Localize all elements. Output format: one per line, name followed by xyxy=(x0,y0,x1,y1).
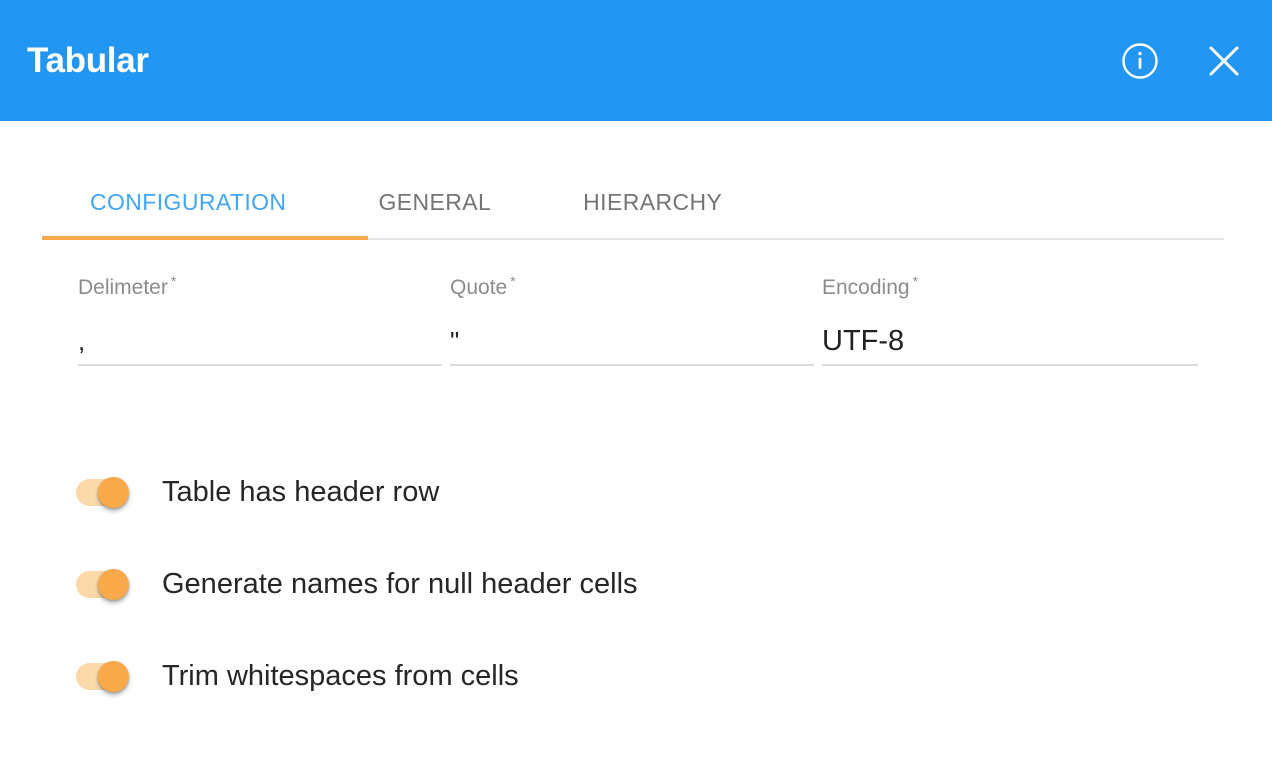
toggle-thumb xyxy=(98,568,129,600)
toggle-switch-trim-whitespaces-from-cells[interactable] xyxy=(76,660,129,692)
tab-hierarchy[interactable]: HIERARCHY xyxy=(537,191,768,240)
toggle-row-generate-names-for-null-header-cells[interactable]: Generate names for null header cells xyxy=(76,559,1272,609)
required-asterisk: * xyxy=(510,273,516,289)
quote-field-group: Quote * xyxy=(450,274,822,366)
active-tab-indicator xyxy=(42,236,368,240)
info-button[interactable] xyxy=(1118,39,1162,83)
page-title: Tabular xyxy=(27,41,149,80)
window-titlebar: Tabular xyxy=(0,0,1272,121)
titlebar-actions xyxy=(1118,39,1246,83)
encoding-underline xyxy=(822,364,1198,366)
delimiter-underline xyxy=(78,364,442,366)
tab-list: CONFIGURATION GENERAL HIERARCHY xyxy=(0,191,1272,240)
tab-configuration[interactable]: CONFIGURATION xyxy=(42,191,332,240)
toggle-label-table-has-header-row: Table has header row xyxy=(162,475,440,508)
delimiter-field-group: Delimeter * xyxy=(78,274,450,366)
delimiter-label-text: Delimeter xyxy=(78,276,168,299)
quote-label-text: Quote xyxy=(450,276,508,299)
toggle-label-generate-names-for-null-header-cells: Generate names for null header cells xyxy=(162,567,638,600)
encoding-input[interactable] xyxy=(822,322,1198,360)
encoding-label: Encoding * xyxy=(822,274,1198,298)
quote-label: Quote * xyxy=(450,274,814,298)
quote-underline xyxy=(450,364,814,366)
tab-general[interactable]: GENERAL xyxy=(332,191,537,240)
required-asterisk: * xyxy=(912,273,919,289)
toggle-row-table-has-header-row[interactable]: Table has header row xyxy=(76,467,1272,517)
close-icon xyxy=(1204,41,1244,81)
tab-bar: CONFIGURATION GENERAL HIERARCHY xyxy=(0,121,1272,240)
quote-input[interactable] xyxy=(450,322,814,360)
delimiter-label: Delimeter * xyxy=(78,274,442,298)
encoding-label-text: Encoding xyxy=(822,276,910,299)
required-asterisk: * xyxy=(170,273,177,289)
close-button[interactable] xyxy=(1202,39,1246,83)
configuration-fields: Delimeter* Quote* Encoding* xyxy=(0,240,1272,366)
toggle-options: Table has header row Generate names for … xyxy=(0,366,1272,701)
encoding-field-group: Encoding * xyxy=(822,274,1198,366)
delimiter-input[interactable] xyxy=(78,322,442,360)
toggle-thumb xyxy=(98,476,129,508)
toggle-switch-table-has-header-row[interactable] xyxy=(76,476,129,508)
info-circle-icon xyxy=(1120,41,1160,81)
toggle-switch-generate-names-for-null-header-cells[interactable] xyxy=(76,568,129,600)
toggle-thumb xyxy=(98,660,129,692)
toggle-label-trim-whitespaces-from-cells: Trim whitespaces from cells xyxy=(162,659,519,692)
toggle-row-trim-whitespaces-from-cells[interactable]: Trim whitespaces from cells xyxy=(76,651,1272,701)
